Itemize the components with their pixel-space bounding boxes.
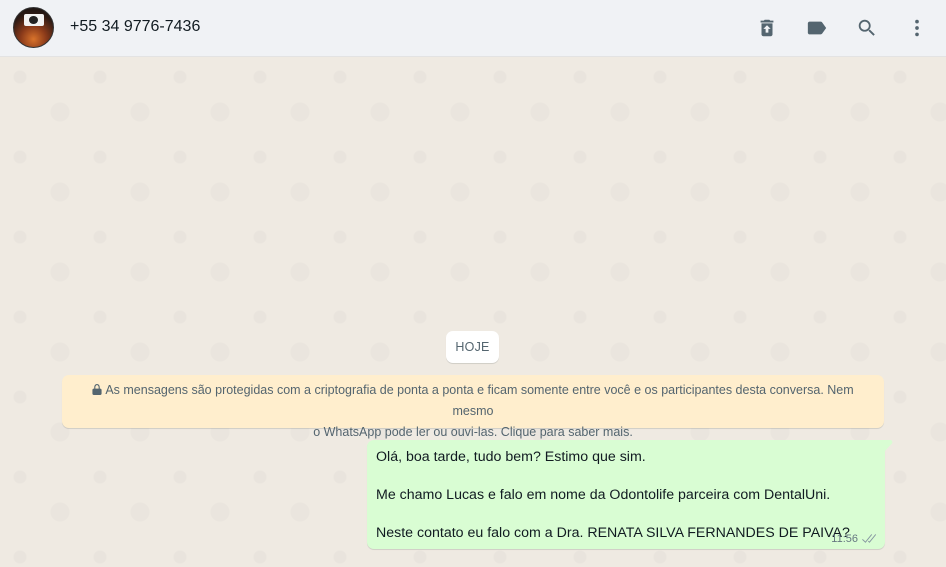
- bubble-tail: [885, 440, 893, 453]
- encryption-notice[interactable]: As mensagens são protegidas com a cripto…: [62, 375, 884, 439]
- avatar-logo: [24, 14, 44, 26]
- outgoing-message[interactable]: Olá, boa tarde, tudo bem? Estimo que sim…: [367, 440, 885, 549]
- encryption-notice-line1: As mensagens são protegidas com a cripto…: [105, 383, 854, 418]
- encryption-notice-line2: o WhatsApp pode ler ou ouvi-las. Clique …: [313, 425, 633, 439]
- message-line: Neste contato eu falo com a Dra. RENATA …: [376, 525, 850, 541]
- lock-icon: [92, 381, 102, 395]
- double-check-icon: [861, 533, 877, 545]
- contact-name[interactable]: +55 34 9776-7436: [70, 18, 200, 36]
- message-time: 11:56: [831, 533, 858, 545]
- message-line: Me chamo Lucas e falo em nome da Odontol…: [376, 487, 831, 503]
- message-meta: 11:56: [831, 533, 877, 545]
- menu-icon[interactable]: [905, 16, 929, 40]
- label-icon[interactable]: [805, 16, 829, 40]
- date-chip: HOJE: [446, 331, 499, 363]
- chat-header: +55 34 9776-7436: [0, 0, 946, 57]
- search-icon[interactable]: [855, 16, 879, 40]
- delete-icon[interactable]: [755, 16, 779, 40]
- message-line: Olá, boa tarde, tudo bem? Estimo que sim…: [376, 449, 646, 465]
- contact-avatar[interactable]: [13, 7, 54, 48]
